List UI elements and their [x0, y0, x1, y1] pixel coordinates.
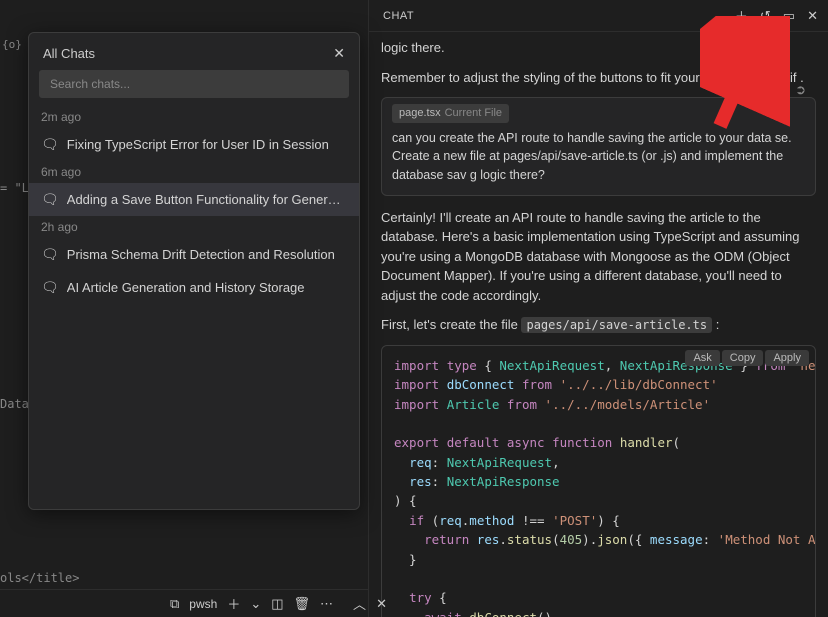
chat-item-label: Adding a Save Button Functionality for G… [67, 192, 347, 207]
history-icon[interactable]: ↺ [760, 8, 771, 24]
chat-body: logic there. Remember to adjust the styl… [369, 32, 828, 617]
inline-code: pages/api/save-article.ts [521, 317, 712, 333]
assistant-paragraph: First, let's create the file pages/api/s… [381, 315, 816, 335]
insert-icon[interactable]: ➲ [795, 80, 806, 100]
chevron-up-icon[interactable]: ︿ [353, 594, 366, 613]
chats-list: 2m ago 🗨 Fixing TypeScript Error for User … [29, 106, 359, 304]
chat-item[interactable]: 🗨 AI Article Generation and History Stora… [29, 271, 359, 304]
chevron-down-icon[interactable]: ⌄ [250, 596, 261, 612]
chats-title: All Chats [43, 46, 95, 61]
ask-button[interactable]: Ask [685, 350, 719, 366]
chat-item-label: Fixing TypeScript Error for User ID in S… [67, 137, 329, 152]
chat-group-time: 2h ago [29, 216, 359, 238]
chat-item-label: AI Article Generation and History Storag… [67, 280, 305, 295]
user-message: page.tsx Current File ⧉ ➲ can you create… [381, 97, 816, 196]
chat-group-time: 6m ago [29, 161, 359, 183]
chat-item[interactable]: 🗨 Prisma Schema Drift Detection and Resol… [29, 238, 359, 271]
terminal-bar: ⧉ pwsh ＋ ⌄ ◫ 🗑 ⋯ ︿ ✕ [0, 589, 368, 617]
search-input[interactable] [39, 70, 349, 98]
code-actions: Ask Copy Apply [685, 350, 809, 366]
dock-icon[interactable]: ▭ [783, 8, 795, 24]
shell-name[interactable]: pwsh [189, 597, 217, 611]
apply-button[interactable]: Apply [765, 350, 809, 366]
assistant-paragraph: Certainly! I'll create an API route to h… [381, 208, 816, 306]
code-block: Ask Copy Apply import type { NextApiRequ… [381, 345, 816, 617]
chat-bubble-icon: 🗨 [41, 246, 59, 263]
copy-button[interactable]: Copy [722, 350, 764, 366]
assistant-line: logic there. [381, 38, 816, 58]
chat-bubble-icon: 🗨 [41, 279, 59, 296]
editor-background-bottom: ols</title> [0, 571, 79, 585]
chat-panel: CHAT ＋ ↺ ▭ ✕ logic there. Remember to ad… [368, 0, 828, 617]
copy-icon[interactable]: ⧉ [776, 80, 785, 100]
file-badge: Current File [445, 105, 502, 122]
all-chats-panel: All Chats ✕ 2m ago 🗨 Fixing TypeScript Err… [28, 32, 360, 510]
add-terminal-icon[interactable]: ＋ [227, 594, 240, 613]
chat-tab[interactable]: CHAT [379, 10, 418, 22]
close-icon[interactable]: ✕ [333, 45, 345, 62]
assistant-line: Remember to adjust the styling of the bu… [381, 68, 816, 88]
split-terminal-icon[interactable]: ◫ [271, 596, 283, 612]
more-icon[interactable]: ⋯ [320, 596, 333, 612]
file-chip[interactable]: page.tsx Current File [392, 104, 509, 123]
chat-bubble-icon: 🗨 [41, 191, 59, 208]
close-icon[interactable]: ✕ [376, 596, 387, 612]
code-content: import type { NextApiRequest, NextApiRes… [394, 356, 803, 617]
terminal-icon[interactable]: ⧉ [170, 596, 179, 612]
new-chat-icon[interactable]: ＋ [735, 6, 748, 25]
trash-icon[interactable]: 🗑 [294, 596, 311, 612]
chat-item-label: Prisma Schema Drift Detection and Resolu… [67, 247, 335, 262]
chat-bubble-icon: 🗨 [41, 136, 59, 153]
chat-item[interactable]: 🗨 Fixing TypeScript Error for User ID in … [29, 128, 359, 161]
message-header: page.tsx Current File ⧉ ➲ [382, 98, 815, 129]
chat-item[interactable]: 🗨 Adding a Save Button Functionality for … [29, 183, 359, 216]
chat-tabbar: CHAT ＋ ↺ ▭ ✕ [369, 0, 828, 32]
file-name: page.tsx [399, 105, 441, 122]
chats-header: All Chats ✕ [29, 33, 359, 70]
close-icon[interactable]: ✕ [807, 8, 818, 24]
chat-group-time: 2m ago [29, 106, 359, 128]
user-message-text: can you create the API route to handle s… [382, 129, 815, 195]
